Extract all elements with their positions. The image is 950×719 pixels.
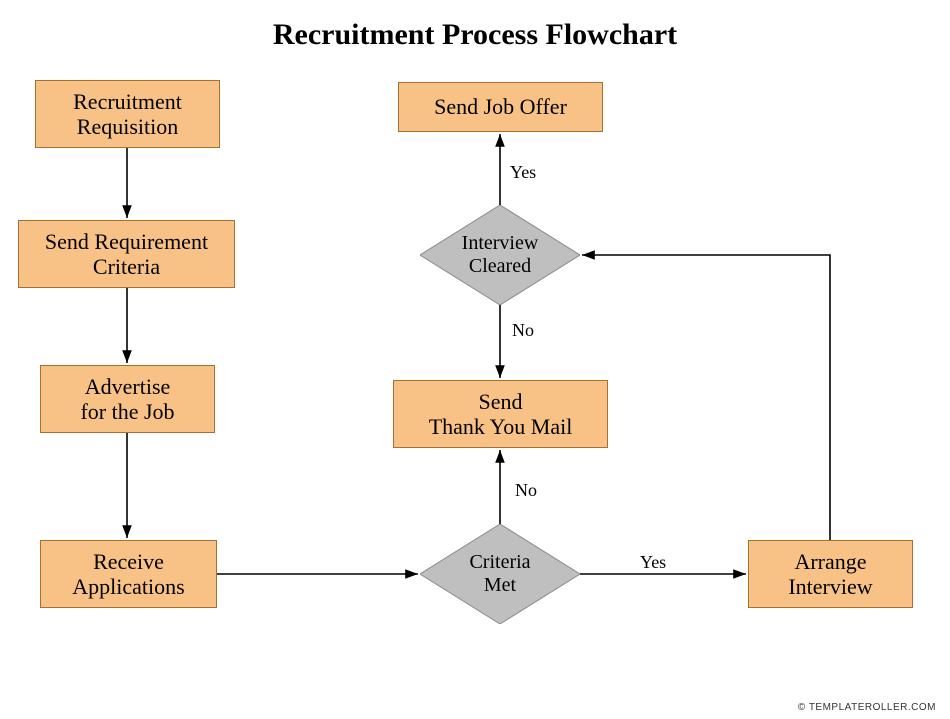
node-interview-cleared: InterviewCleared bbox=[420, 205, 580, 305]
node-receive-applications: ReceiveApplications bbox=[40, 540, 217, 608]
page-title: Recruitment Process Flowchart bbox=[0, 18, 950, 52]
edge-label-criteria-yes: Yes bbox=[640, 552, 666, 573]
node-label: Advertisefor the Job bbox=[80, 374, 174, 425]
node-label: Send Job Offer bbox=[434, 94, 567, 119]
node-label: CriteriaMet bbox=[469, 551, 530, 597]
node-send-job-offer: Send Job Offer bbox=[398, 82, 603, 132]
footer-credit: © TEMPLATEROLLER.COM bbox=[798, 702, 936, 713]
node-arrange-interview: ArrangeInterview bbox=[748, 540, 913, 608]
node-send-thank-you-mail: SendThank You Mail bbox=[393, 380, 608, 448]
node-advertise-job: Advertisefor the Job bbox=[40, 365, 215, 433]
node-label: ArrangeInterview bbox=[788, 549, 872, 600]
node-send-requirement-criteria: Send RequirementCriteria bbox=[18, 220, 235, 288]
edge-label-interview-no: No bbox=[512, 320, 534, 341]
node-label: SendThank You Mail bbox=[429, 389, 573, 440]
node-label: ReceiveApplications bbox=[72, 549, 184, 600]
node-label: InterviewCleared bbox=[462, 232, 539, 278]
node-label: RecruitmentRequisition bbox=[73, 89, 182, 140]
node-recruitment-requisition: RecruitmentRequisition bbox=[35, 80, 220, 148]
node-criteria-met: CriteriaMet bbox=[420, 524, 580, 624]
edge-label-interview-yes: Yes bbox=[510, 162, 536, 183]
node-label: Send RequirementCriteria bbox=[45, 229, 208, 280]
edge-label-criteria-no: No bbox=[515, 480, 537, 501]
